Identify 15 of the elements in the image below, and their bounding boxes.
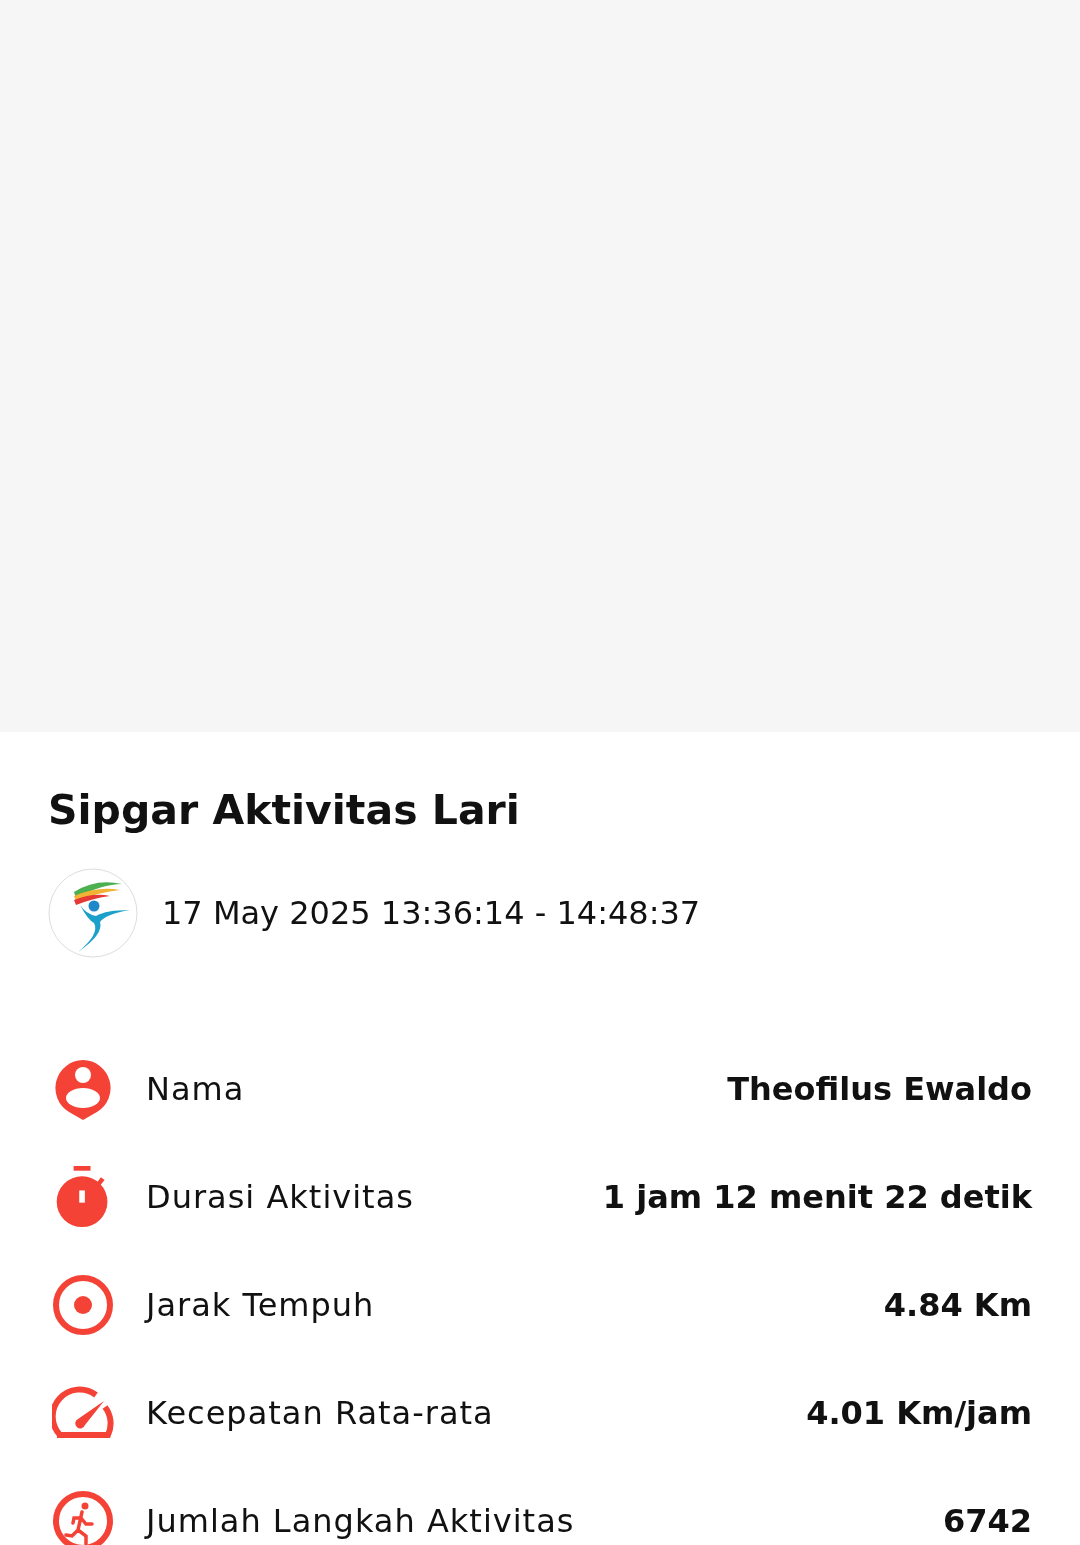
stat-value: 6742 [942,1502,1032,1540]
runner-logo-icon [48,868,138,958]
stat-label: Jumlah Langkah Aktivitas [146,1502,575,1540]
activity-datetime: 17 May 2025 13:36:14 - 14:48:37 [162,894,701,932]
person-pin-icon [52,1058,114,1120]
activity-title: Sipgar Aktivitas Lari [48,785,521,836]
stat-label: Durasi Aktivitas [146,1178,414,1216]
stat-value: Theofilus Ewaldo [727,1070,1032,1108]
stat-label: Nama [146,1070,245,1108]
stat-label: Kecepatan Rata-rata [146,1394,494,1432]
stat-value: 4.84 Km [883,1286,1032,1324]
target-icon [52,1274,114,1336]
stat-label: Jarak Tempuh [146,1286,375,1324]
stat-value: 4.01 Km/jam [806,1394,1032,1432]
stat-value: 1 jam 12 menit 22 detik [602,1178,1032,1216]
